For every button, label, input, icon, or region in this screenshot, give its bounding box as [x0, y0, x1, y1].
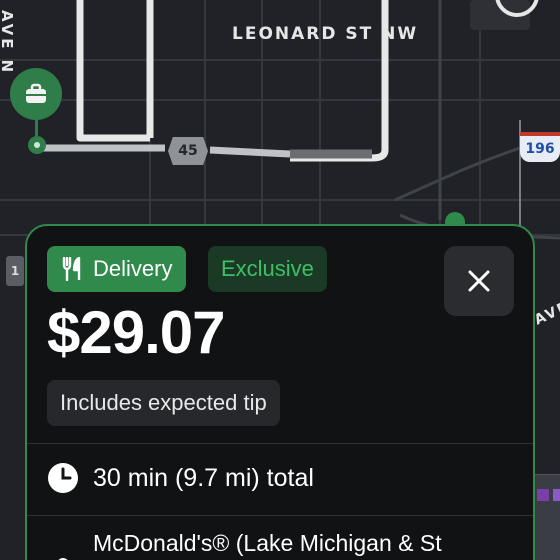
- pin-location-dot: [28, 136, 46, 154]
- delivery-label: Delivery: [93, 256, 173, 281]
- divider: [27, 443, 533, 444]
- divider: [27, 515, 533, 516]
- route-shield: 45: [168, 137, 208, 165]
- clock-icon: [48, 463, 78, 493]
- interstate-shield: 196: [520, 132, 560, 162]
- exclusive-label: Exclusive: [221, 256, 314, 281]
- map-marker[interactable]: 1: [6, 256, 24, 286]
- offer-price: $29.07: [47, 299, 226, 366]
- briefcase-icon: [26, 83, 46, 103]
- tip-note: Includes expected tip: [47, 380, 280, 426]
- close-icon: [468, 270, 490, 292]
- delivery-offer-screen: LEONARD ST NW AVE N AVE 45 196 1 Deliver…: [0, 0, 560, 560]
- pin-stem: [35, 118, 38, 136]
- close-button[interactable]: [444, 246, 514, 316]
- location-pin-icon: [58, 558, 68, 560]
- tip-note-label: Includes expected tip: [60, 390, 267, 415]
- thumbnail-chip: [537, 489, 549, 501]
- store-row[interactable]: McDonald's® (Lake Michigan & St: [47, 530, 442, 560]
- exclusive-badge: Exclusive: [208, 246, 327, 292]
- time-distance-label: 30 min (9.7 mi) total: [93, 463, 314, 492]
- delivery-badge: Delivery: [47, 246, 187, 292]
- store-name: McDonald's® (Lake Michigan & St: [93, 530, 442, 556]
- time-distance-row: 30 min (9.7 mi) total: [47, 462, 314, 494]
- street-label-leonard: LEONARD ST NW: [232, 24, 419, 44]
- offer-card: Delivery Exclusive $29.07 Includes expec…: [25, 224, 535, 560]
- street-label-avenue-left: AVE N: [0, 10, 16, 76]
- pickup-pin[interactable]: [10, 68, 62, 120]
- thumbnail-chip: [553, 489, 560, 501]
- fork-knife-icon: [62, 257, 81, 281]
